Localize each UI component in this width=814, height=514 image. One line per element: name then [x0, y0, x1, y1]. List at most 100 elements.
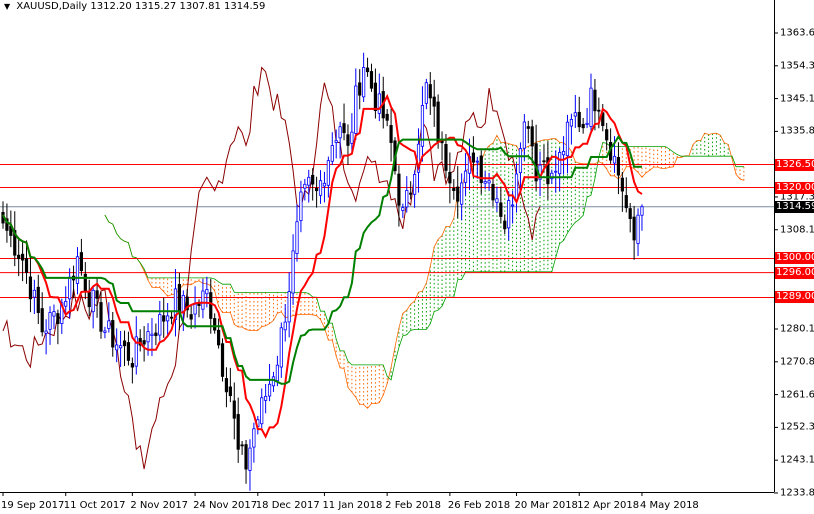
candle-body	[409, 192, 413, 195]
candle-body	[193, 303, 197, 315]
candle-body	[162, 315, 166, 322]
open-value: 1312.20	[90, 1, 132, 12]
candle-body	[142, 340, 146, 345]
candle-body	[456, 186, 460, 202]
candle-body	[522, 121, 526, 149]
candle-body	[205, 289, 209, 295]
candle-body	[483, 181, 487, 184]
level-price-label: 1326.50	[775, 158, 814, 171]
y-tick-label: 1363.60	[780, 27, 814, 39]
candle-body	[428, 84, 432, 99]
candle-body	[209, 292, 213, 319]
candle-body	[561, 150, 566, 156]
x-tick-label: 4 May 2018	[639, 500, 699, 511]
candle-body	[267, 383, 272, 397]
candle-body	[385, 113, 389, 121]
high-value: 1315.27	[134, 1, 177, 12]
x-tick-label: 18 Dec 2017	[255, 500, 320, 511]
symbol-label: XAUUSD,Daily	[16, 1, 88, 12]
x-tick-label: 20 Mar 2018	[514, 500, 578, 511]
candle-body	[530, 126, 534, 147]
candle-body	[569, 118, 574, 127]
candle-body	[240, 444, 244, 447]
candle-body	[322, 182, 327, 187]
candle-body	[632, 216, 636, 241]
candle-body	[56, 313, 60, 325]
candle-body	[405, 190, 409, 208]
candle-body	[83, 273, 87, 292]
candle-body	[91, 289, 95, 313]
candle-body	[158, 314, 162, 336]
candle-body	[507, 200, 511, 229]
candle-body	[389, 125, 393, 143]
candle-body	[252, 428, 256, 448]
candle-body	[612, 155, 617, 164]
dropdown-triangle-icon[interactable]: ▼	[4, 2, 10, 11]
candle-body	[640, 206, 644, 216]
candle-body	[605, 129, 609, 141]
candle-body	[213, 318, 217, 331]
candle-body	[510, 204, 515, 207]
y-tick-label: 1243.10	[780, 454, 814, 466]
candle-body	[318, 180, 323, 196]
candle-body	[448, 171, 452, 184]
candle-body	[636, 214, 640, 244]
candle-body	[597, 109, 601, 112]
candle-body	[616, 156, 621, 176]
candle-body	[397, 173, 401, 206]
tenkan-sen-line	[2, 93, 643, 439]
candle-body	[369, 71, 374, 89]
candle-body	[126, 342, 131, 361]
candle-body	[542, 160, 546, 163]
candle-body	[75, 256, 80, 284]
x-tick-label: 24 Nov 2017	[193, 500, 258, 511]
x-tick-label: 11 Jan 2018	[322, 500, 383, 511]
candle-body	[279, 327, 283, 368]
x-tick-label: 19 Sep 2017	[1, 500, 65, 511]
candle-body	[232, 400, 236, 419]
candle-body	[150, 333, 154, 336]
price-chart[interactable]	[0, 0, 814, 514]
candle-body	[346, 134, 350, 146]
candle-body	[401, 207, 405, 211]
low-value: 1307.81	[179, 1, 221, 12]
y-tick-label: 1280.10	[780, 323, 814, 335]
candle-body	[244, 444, 248, 470]
candle-body	[220, 343, 225, 377]
y-tick-label: 1233.85	[780, 487, 814, 499]
candle-body	[334, 140, 338, 143]
y-tick-label: 1261.60	[780, 389, 814, 401]
candle-body	[115, 344, 119, 351]
candle-body	[299, 191, 303, 221]
chart-header: ▼ XAUUSD,Daily 1312.20 1315.27 1307.81 1…	[4, 1, 265, 12]
candle-body	[424, 82, 428, 104]
candle-body	[197, 303, 201, 306]
candle-body	[303, 183, 307, 189]
candle-body	[146, 331, 150, 343]
candle-body	[79, 252, 83, 272]
candle-body	[236, 414, 240, 450]
candle-body	[260, 397, 264, 425]
y-tick-label: 1335.85	[780, 125, 814, 137]
candle-body	[68, 276, 72, 300]
candle-body	[365, 67, 370, 73]
x-tick-label: 12 Apr 2018	[577, 500, 640, 511]
candle-body	[326, 160, 330, 186]
candle-body	[111, 320, 115, 348]
candle-body	[287, 291, 291, 323]
level-price-label: 1296.00	[775, 266, 814, 279]
y-tick-label: 1354.35	[780, 60, 814, 72]
candle-body	[248, 447, 252, 471]
candle-body	[354, 85, 358, 134]
candle-body	[362, 67, 366, 98]
candle-body	[224, 378, 229, 393]
candle-body	[444, 144, 448, 171]
candle-body	[40, 308, 44, 333]
candle-body	[20, 253, 25, 261]
candle-body	[103, 330, 107, 333]
chart-window[interactable]: ▼ XAUUSD,Daily 1312.20 1315.27 1307.81 1…	[0, 0, 814, 514]
candle-body	[514, 173, 519, 201]
candle-body	[52, 311, 56, 317]
chikou-span-line	[2, 66, 541, 470]
candle-body	[32, 289, 36, 298]
